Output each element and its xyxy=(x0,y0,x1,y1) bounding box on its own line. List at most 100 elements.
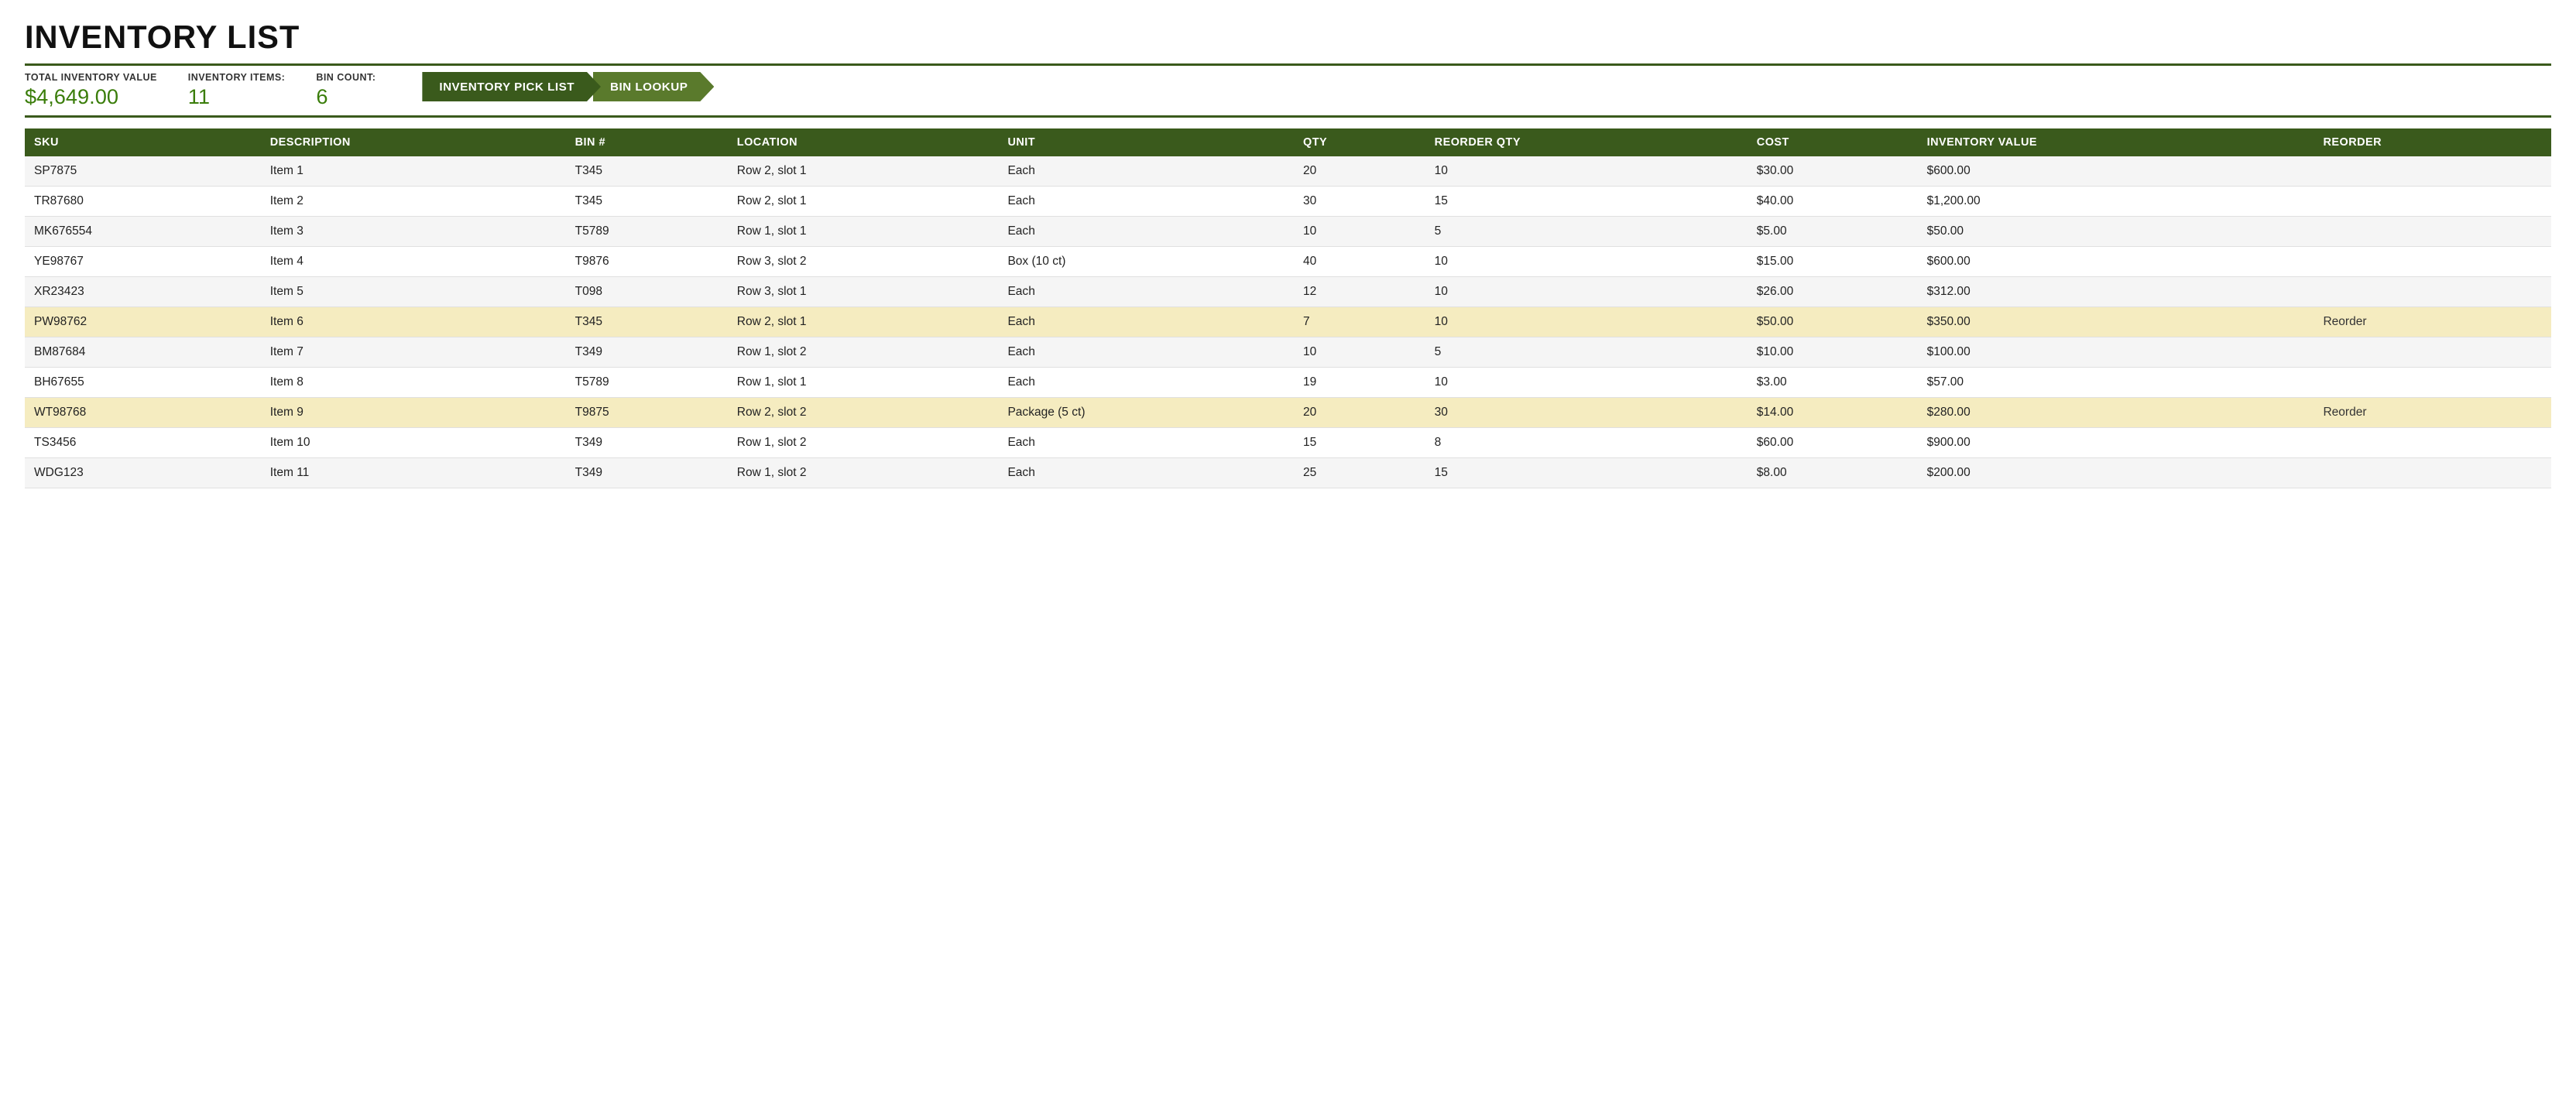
cell-cost: $60.00 xyxy=(1748,428,1918,458)
cell-inv_value: $600.00 xyxy=(1918,247,2314,277)
cell-bin: T345 xyxy=(566,187,728,217)
cell-description: Item 11 xyxy=(261,458,566,488)
bin-count-label: BIN COUNT: xyxy=(316,72,376,83)
cell-reorder_qty: 30 xyxy=(1425,398,1748,428)
cell-cost: $3.00 xyxy=(1748,368,1918,398)
cell-description: Item 10 xyxy=(261,428,566,458)
cell-reorder_qty: 10 xyxy=(1425,277,1748,307)
cell-reorder_qty: 10 xyxy=(1425,307,1748,337)
cell-qty: 10 xyxy=(1294,337,1425,368)
cell-bin: T349 xyxy=(566,428,728,458)
cell-inv_value: $900.00 xyxy=(1918,428,2314,458)
nav-buttons: INVENTORY PICK LIST BIN LOOKUP xyxy=(422,72,714,101)
table-row: TS3456Item 10T349Row 1, slot 2Each158$60… xyxy=(25,428,2551,458)
bin-count-value: 6 xyxy=(316,84,376,109)
cell-reorder xyxy=(2314,428,2551,458)
cell-sku: SP7875 xyxy=(25,156,261,187)
cell-reorder xyxy=(2314,458,2551,488)
cell-unit: Each xyxy=(998,458,1294,488)
cell-sku: BM87684 xyxy=(25,337,261,368)
cell-description: Item 1 xyxy=(261,156,566,187)
table-header-row: SKUDESCRIPTIONBIN #LOCATIONUNITQTYREORDE… xyxy=(25,128,2551,156)
cell-reorder_qty: 8 xyxy=(1425,428,1748,458)
bin-count-block: BIN COUNT: 6 xyxy=(316,72,376,109)
col-header-sku: SKU xyxy=(25,128,261,156)
table-row: YE98767Item 4T9876Row 3, slot 2Box (10 c… xyxy=(25,247,2551,277)
bin-lookup-button[interactable]: BIN LOOKUP xyxy=(593,72,714,101)
cell-reorder_qty: 10 xyxy=(1425,247,1748,277)
cell-sku: TS3456 xyxy=(25,428,261,458)
cell-description: Item 7 xyxy=(261,337,566,368)
cell-reorder xyxy=(2314,277,2551,307)
cell-bin: T349 xyxy=(566,337,728,368)
cell-reorder: Reorder xyxy=(2314,398,2551,428)
cell-sku: PW98762 xyxy=(25,307,261,337)
cell-sku: TR87680 xyxy=(25,187,261,217)
cell-cost: $15.00 xyxy=(1748,247,1918,277)
table-row: MK676554Item 3T5789Row 1, slot 1Each105$… xyxy=(25,217,2551,247)
col-header-qty: QTY xyxy=(1294,128,1425,156)
cell-inv_value: $600.00 xyxy=(1918,156,2314,187)
col-header-bin-#: BIN # xyxy=(566,128,728,156)
col-header-location: LOCATION xyxy=(728,128,999,156)
cell-reorder_qty: 5 xyxy=(1425,217,1748,247)
cell-cost: $40.00 xyxy=(1748,187,1918,217)
cell-reorder xyxy=(2314,247,2551,277)
inventory-items-block: INVENTORY ITEMS: 11 xyxy=(188,72,286,109)
cell-inv_value: $1,200.00 xyxy=(1918,187,2314,217)
cell-unit: Each xyxy=(998,368,1294,398)
cell-qty: 15 xyxy=(1294,428,1425,458)
cell-bin: T349 xyxy=(566,458,728,488)
cell-cost: $50.00 xyxy=(1748,307,1918,337)
cell-qty: 20 xyxy=(1294,156,1425,187)
total-inventory-value: $4,649.00 xyxy=(25,84,157,109)
cell-bin: T345 xyxy=(566,156,728,187)
col-header-reorder-qty: REORDER QTY xyxy=(1425,128,1748,156)
col-header-description: DESCRIPTION xyxy=(261,128,566,156)
cell-unit: Each xyxy=(998,156,1294,187)
cell-sku: YE98767 xyxy=(25,247,261,277)
cell-location: Row 1, slot 2 xyxy=(728,458,999,488)
cell-sku: WDG123 xyxy=(25,458,261,488)
cell-cost: $10.00 xyxy=(1748,337,1918,368)
cell-description: Item 5 xyxy=(261,277,566,307)
table-row: XR23423Item 5T098Row 3, slot 1Each1210$2… xyxy=(25,277,2551,307)
cell-description: Item 6 xyxy=(261,307,566,337)
cell-reorder_qty: 15 xyxy=(1425,458,1748,488)
cell-unit: Each xyxy=(998,187,1294,217)
cell-location: Row 2, slot 1 xyxy=(728,156,999,187)
cell-cost: $8.00 xyxy=(1748,458,1918,488)
cell-inv_value: $312.00 xyxy=(1918,277,2314,307)
cell-reorder xyxy=(2314,337,2551,368)
inventory-pick-list-button[interactable]: INVENTORY PICK LIST xyxy=(422,72,601,101)
cell-qty: 20 xyxy=(1294,398,1425,428)
cell-qty: 30 xyxy=(1294,187,1425,217)
table-row: PW98762Item 6T345Row 2, slot 1Each710$50… xyxy=(25,307,2551,337)
inventory-table: SKUDESCRIPTIONBIN #LOCATIONUNITQTYREORDE… xyxy=(25,128,2551,488)
cell-unit: Each xyxy=(998,307,1294,337)
table-row: TR87680Item 2T345Row 2, slot 1Each3015$4… xyxy=(25,187,2551,217)
cell-qty: 10 xyxy=(1294,217,1425,247)
cell-bin: T9875 xyxy=(566,398,728,428)
cell-reorder xyxy=(2314,187,2551,217)
cell-qty: 40 xyxy=(1294,247,1425,277)
cell-description: Item 2 xyxy=(261,187,566,217)
cell-description: Item 9 xyxy=(261,398,566,428)
cell-inv_value: $350.00 xyxy=(1918,307,2314,337)
cell-location: Row 1, slot 1 xyxy=(728,368,999,398)
inventory-items-label: INVENTORY ITEMS: xyxy=(188,72,286,83)
cell-cost: $30.00 xyxy=(1748,156,1918,187)
cell-unit: Each xyxy=(998,277,1294,307)
col-header-reorder: REORDER xyxy=(2314,128,2551,156)
cell-inv_value: $50.00 xyxy=(1918,217,2314,247)
cell-unit: Each xyxy=(998,217,1294,247)
cell-qty: 25 xyxy=(1294,458,1425,488)
cell-description: Item 8 xyxy=(261,368,566,398)
cell-qty: 12 xyxy=(1294,277,1425,307)
cell-unit: Each xyxy=(998,428,1294,458)
cell-bin: T5789 xyxy=(566,368,728,398)
cell-reorder_qty: 10 xyxy=(1425,156,1748,187)
cell-location: Row 1, slot 2 xyxy=(728,428,999,458)
cell-sku: WT98768 xyxy=(25,398,261,428)
total-inventory-label: TOTAL INVENTORY VALUE xyxy=(25,72,157,83)
